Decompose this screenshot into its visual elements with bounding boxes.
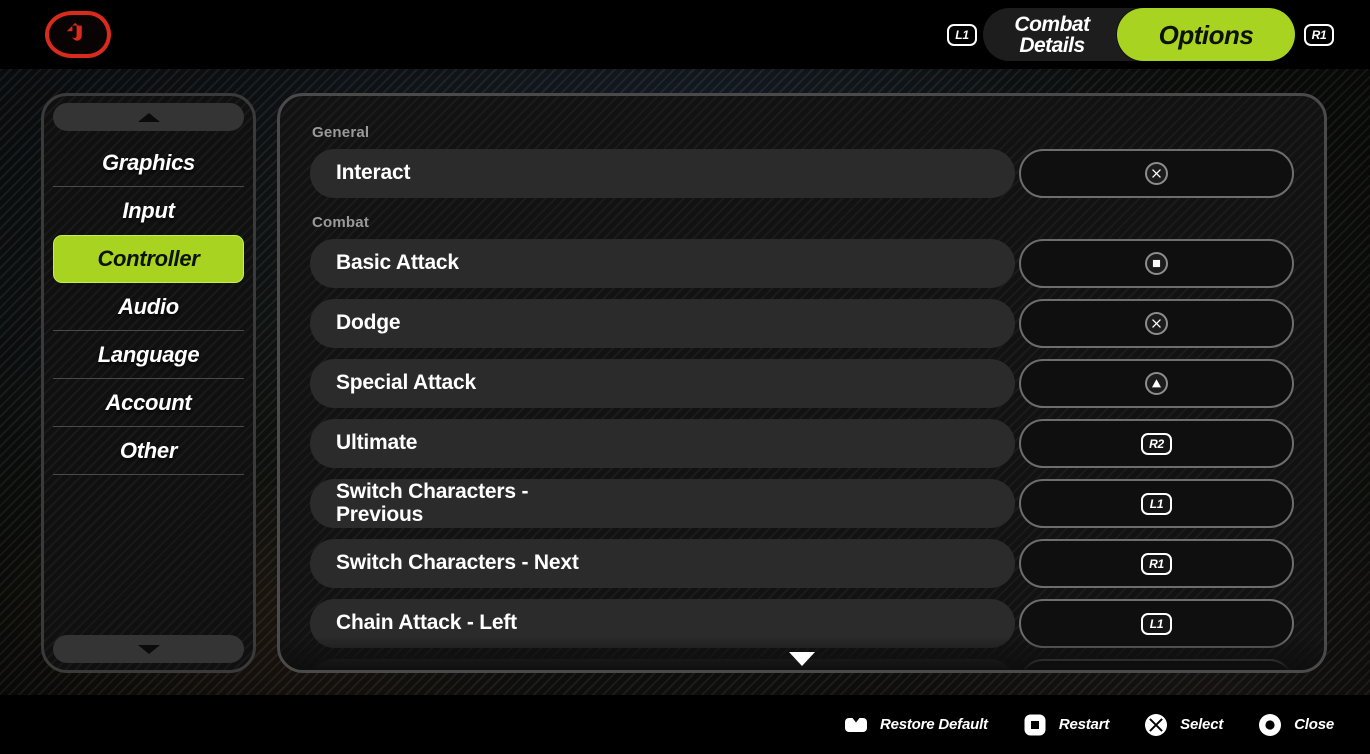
top-bar: L1 Combat Details Options R1 (0, 0, 1370, 69)
square-icon (1022, 712, 1048, 738)
hint-label: Restore Default (879, 716, 988, 733)
hint-select[interactable]: Select (1143, 712, 1223, 738)
sidebar-nav-list: Graphics Input Controller Audio Language… (44, 139, 253, 475)
shoulder-button-icon: R2 (1141, 432, 1172, 455)
binding-row-basic-attack[interactable]: Basic Attack (310, 239, 1294, 288)
triangle-down-icon (137, 644, 160, 654)
sidebar-item-audio[interactable]: Audio (53, 283, 244, 331)
sidebar-item-label: Input (122, 198, 175, 223)
bindings-list: General Interact Combat Basic Attack Dod… (280, 96, 1324, 670)
binding-row-special-attack[interactable]: Special Attack (310, 359, 1294, 408)
settings-category-sidebar: Graphics Input Controller Audio Language… (41, 93, 256, 673)
section-header-general: General (312, 124, 370, 141)
triangle-down-icon[interactable] (789, 652, 815, 666)
tab-next-bumper-r1[interactable]: R1 (1304, 24, 1334, 46)
binding-value-button[interactable] (1019, 149, 1294, 198)
hint-label: Restart (1058, 716, 1110, 733)
binding-value-button[interactable]: L1 (1019, 479, 1294, 528)
binding-row-label: Chain Attack - Left (310, 599, 1015, 648)
binding-row-switch-characters-previous[interactable]: Switch Characters - Previous L1 (310, 479, 1294, 528)
circle-icon (1257, 712, 1283, 738)
cross-icon (1145, 312, 1168, 335)
binding-row-ultimate[interactable]: Ultimate R2 (310, 419, 1294, 468)
shoulder-button-icon: L1 (1141, 492, 1172, 515)
square-icon (1145, 252, 1168, 275)
shoulder-button-icon: L1 (1141, 612, 1172, 635)
binding-value-button[interactable]: R1 (1019, 539, 1294, 588)
sidebar-item-language[interactable]: Language (53, 331, 244, 379)
binding-row-label: Special Attack (310, 359, 1015, 408)
binding-row-label: Dodge (310, 299, 1015, 348)
binding-row-interact[interactable]: Interact (310, 149, 1294, 198)
back-arrow-icon (66, 22, 82, 41)
binding-value-button[interactable] (1019, 359, 1294, 408)
sidebar-item-other[interactable]: Other (53, 427, 244, 475)
binding-value-button[interactable]: R2 (1019, 419, 1294, 468)
tab-options[interactable]: Options (1117, 8, 1295, 61)
touchpad-icon (843, 712, 869, 738)
binding-value-button[interactable] (1019, 239, 1294, 288)
controller-bindings-panel: General Interact Combat Basic Attack Dod… (277, 93, 1327, 673)
sidebar-item-label: Language (97, 342, 200, 367)
back-button[interactable] (45, 11, 111, 58)
hint-restart[interactable]: Restart (1022, 712, 1109, 738)
binding-row-label (310, 659, 1015, 670)
tab-group: Combat Details Options (983, 8, 1295, 61)
bottom-hint-bar: Restore Default Restart Select Close (0, 695, 1370, 754)
sidebar-item-label: Other (119, 438, 178, 463)
binding-row-chain-attack-left[interactable]: Chain Attack - Left L1 (310, 599, 1294, 648)
sidebar-item-graphics[interactable]: Graphics (53, 139, 244, 187)
binding-value-button[interactable] (1019, 659, 1294, 670)
sidebar-item-label: Account (105, 390, 192, 415)
tab-prev-bumper-l1[interactable]: L1 (947, 24, 977, 46)
binding-row-label: Ultimate (310, 419, 1015, 468)
sidebar-item-label: Controller (97, 246, 200, 271)
binding-row-label: Switch Characters - Previous (310, 479, 1015, 528)
binding-row-dodge[interactable]: Dodge (310, 299, 1294, 348)
binding-row-label: Basic Attack (310, 239, 1015, 288)
binding-row-label: Switch Characters - Next (310, 539, 1015, 588)
settings-screen: L1 Combat Details Options R1 Graphics In… (0, 0, 1370, 754)
hint-label: Close (1294, 716, 1334, 733)
cross-icon (1143, 712, 1169, 738)
binding-value-button[interactable] (1019, 299, 1294, 348)
binding-row-switch-characters-next[interactable]: Switch Characters - Next R1 (310, 539, 1294, 588)
hint-close[interactable]: Close (1257, 712, 1334, 738)
shoulder-button-icon: R1 (1141, 552, 1172, 575)
sidebar-scroll-up-button[interactable] (53, 103, 244, 131)
hint-label: Select (1180, 716, 1224, 733)
cross-icon (1145, 162, 1168, 185)
sidebar-item-controller[interactable]: Controller (53, 235, 244, 283)
sidebar-item-label: Graphics (102, 150, 195, 175)
section-header-combat: Combat (312, 214, 370, 231)
triangle-up-icon (137, 112, 160, 122)
hint-restore-default[interactable]: Restore Default (843, 712, 988, 738)
sidebar-item-input[interactable]: Input (53, 187, 244, 235)
triangle-icon (1145, 372, 1168, 395)
sidebar-scroll-down-button[interactable] (53, 635, 244, 663)
sidebar-item-label: Audio (118, 294, 179, 319)
sidebar-item-account[interactable]: Account (53, 379, 244, 427)
binding-value-button[interactable]: L1 (1019, 599, 1294, 648)
binding-row-label: Interact (310, 149, 1015, 198)
